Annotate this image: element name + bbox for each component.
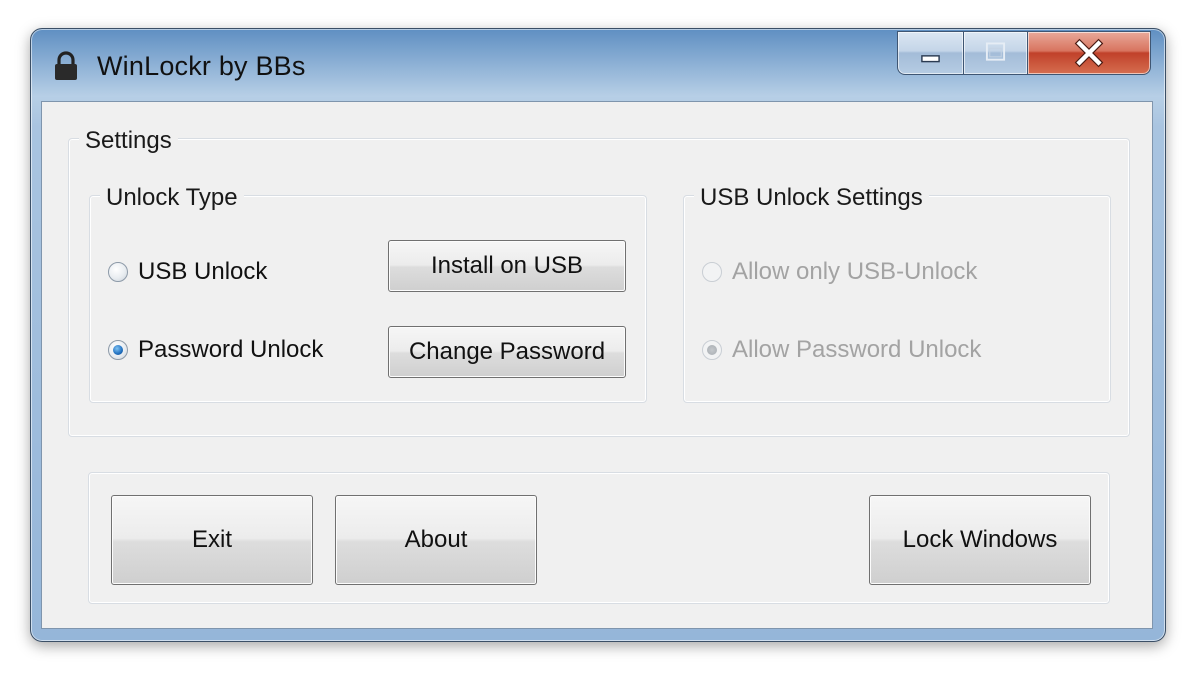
radio-allow-only-usb-label: Allow only USB-Unlock <box>732 258 978 285</box>
actions-panel: Exit About Lock Windows <box>88 472 1110 604</box>
usb-unlock-settings-group: USB Unlock Settings Allow only USB-Unloc… <box>683 184 1111 403</box>
radio-button[interactable] <box>108 340 128 360</box>
settings-group-label: Settings <box>79 127 178 155</box>
radio-button[interactable] <box>702 340 722 360</box>
radio-usb-unlock[interactable]: USB Unlock <box>108 258 267 286</box>
radio-button[interactable] <box>702 262 722 282</box>
radio-allow-only-usb[interactable]: Allow only USB-Unlock <box>702 258 977 286</box>
close-icon <box>1074 38 1104 68</box>
close-button[interactable] <box>1027 31 1151 75</box>
title-bar[interactable]: WinLockr by BBs <box>31 29 1165 101</box>
lock-windows-button[interactable]: Lock Windows <box>869 495 1091 585</box>
radio-usb-unlock-label: USB Unlock <box>138 258 268 285</box>
install-on-usb-button[interactable]: Install on USB <box>388 240 626 292</box>
radio-allow-password[interactable]: Allow Password Unlock <box>702 336 981 364</box>
change-password-button[interactable]: Change Password <box>388 326 626 378</box>
radio-button[interactable] <box>108 262 128 282</box>
unlock-type-label: Unlock Type <box>100 184 244 212</box>
settings-group: Settings Unlock Type USB Unlock Password… <box>68 127 1130 437</box>
exit-button[interactable]: Exit <box>111 495 313 585</box>
radio-password-unlock[interactable]: Password Unlock <box>108 336 323 364</box>
radio-password-unlock-label: Password Unlock <box>138 336 324 363</box>
maximize-icon <box>985 42 1006 61</box>
unlock-type-group: Unlock Type USB Unlock Password Unlock I… <box>89 184 647 403</box>
minimize-icon <box>921 55 940 63</box>
padlock-icon <box>55 51 77 80</box>
maximize-button[interactable] <box>963 31 1027 75</box>
usb-unlock-settings-label: USB Unlock Settings <box>694 184 929 212</box>
about-button[interactable]: About <box>335 495 537 585</box>
radio-allow-password-label: Allow Password Unlock <box>732 336 982 363</box>
minimize-button[interactable] <box>897 31 963 75</box>
caption-buttons <box>897 31 1151 75</box>
window-title: WinLockr by BBs <box>97 51 306 81</box>
client-area: Settings Unlock Type USB Unlock Password… <box>41 101 1153 629</box>
app-window: WinLockr by BBs Settings Unlock Type USB… <box>30 28 1166 642</box>
